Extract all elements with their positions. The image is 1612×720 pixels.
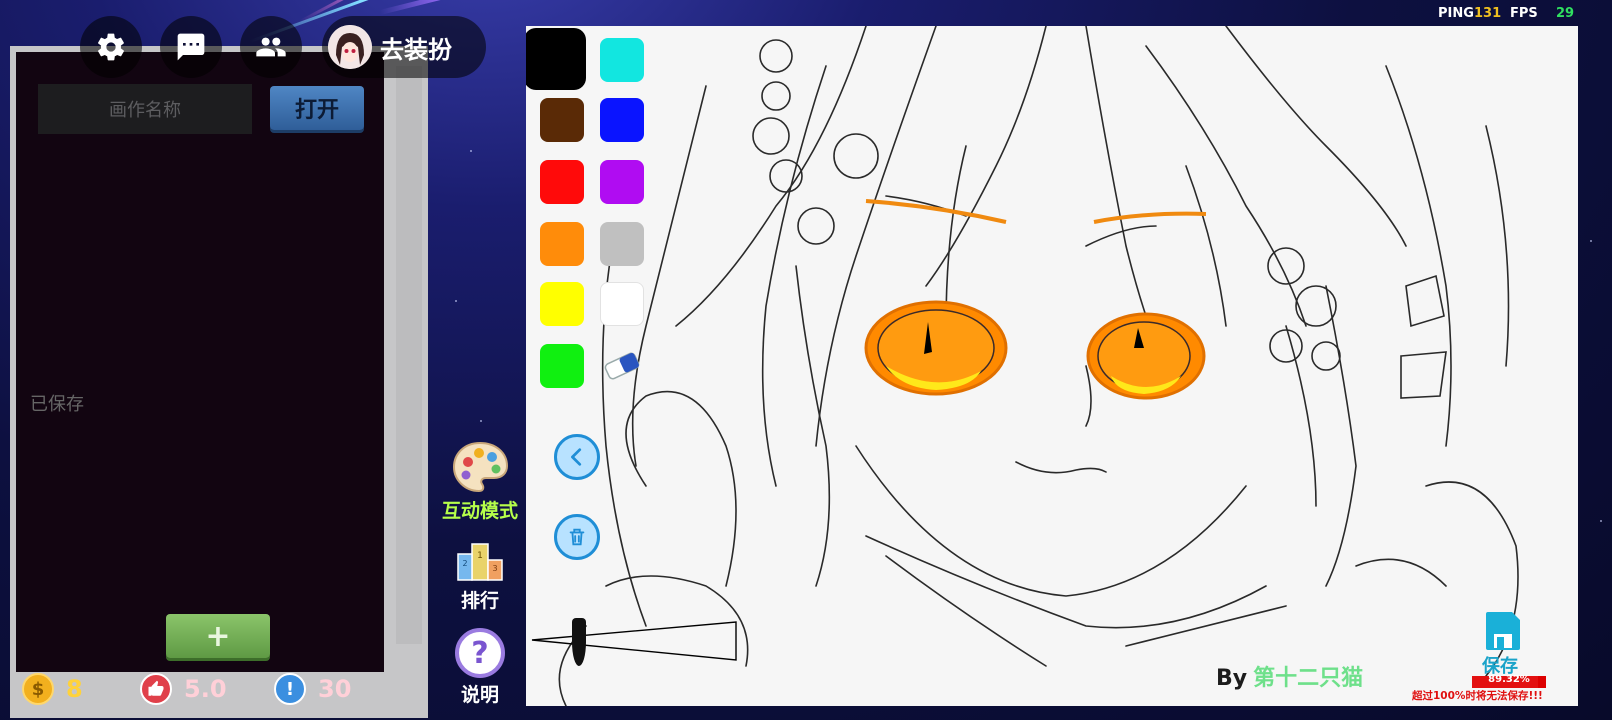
coin-count: 8 [66,675,83,703]
undo-arrow-icon [571,448,582,466]
save-button[interactable] [1484,610,1522,652]
color-swatch-orange[interactable] [540,222,584,266]
eraser-button[interactable] [600,346,644,386]
svg-text:3: 3 [492,564,497,573]
interactive-mode-button[interactable]: 互动模式 [440,440,520,523]
help-label: 说明 [460,684,499,706]
chat-button[interactable] [160,16,222,78]
artwork-name-input[interactable]: 画作名称 [38,84,252,134]
gallery-panel: 画作名称 打开 已保存 + [10,46,428,718]
saved-section-label: 已保存 [30,394,84,415]
thumbs-up-icon [140,673,172,705]
color-swatch-cyan[interactable] [600,38,644,82]
save-capacity-text: 89.32% [1488,674,1530,685]
ping-value: 131 [1474,6,1502,21]
coin-icon: $ [22,673,54,705]
author-credit: By 第十二只猫 [1216,660,1363,692]
star [480,420,482,422]
svg-text:2: 2 [462,559,467,568]
eraser-icon [604,352,640,380]
interactive-mode-label: 互动模式 [441,500,518,522]
color-swatch-red[interactable] [540,160,584,204]
fps-label: FPS [1510,6,1538,21]
rating-value: 5.0 [184,675,227,703]
brush-size-slider[interactable] [572,618,586,666]
color-swatch-white[interactable] [600,282,644,326]
brush-size-icon [572,618,586,666]
ranking-label: 排行 [460,590,499,612]
open-button[interactable]: 打开 [270,86,364,130]
star [1590,240,1592,242]
gallery-list[interactable]: 画作名称 打开 已保存 + [16,52,384,672]
svg-text:1: 1 [477,551,483,561]
color-swatch-purple[interactable] [600,160,644,204]
alert-icon: ! [274,673,306,705]
color-swatch-green[interactable] [540,344,584,388]
friends-button[interactable] [240,16,302,78]
undo-button[interactable] [554,434,600,480]
avatar [328,25,372,69]
palette-icon [452,441,509,493]
save-area: 保存 89.32% 超过100%时将无法保存!!! [1412,610,1562,706]
fps-value: 29 [1556,6,1575,21]
drawing-canvas[interactable]: By 第十二只猫 保存 89.32% 超过100%时将无法保存!!! [526,26,1578,706]
color-swatch-black[interactable] [526,28,586,90]
floppy-disk-icon [1486,612,1520,650]
chat-bubble-icon [177,33,205,61]
dress-up-label: 去装扮 [380,35,452,64]
star [470,150,472,152]
ranking-button[interactable]: 1 2 3 排行 [440,540,520,613]
artwork-sketch [531,26,1519,706]
dress-up-button[interactable]: 去装扮 [322,16,486,78]
gear-icon [98,33,124,61]
star [1600,520,1602,522]
star [455,300,457,302]
credit-by: By [1216,666,1248,691]
stats-bar: $ 8 5.0 ! 30 [10,666,428,712]
add-artwork-button[interactable]: + [166,614,270,658]
save-warning: 超过100%时将无法保存!!! [1412,690,1543,702]
users-icon [256,37,286,57]
question-icon: ? [455,628,505,678]
gallery-scrollbar[interactable] [396,66,422,644]
background-streak [379,0,527,15]
save-capacity-bar: 89.32% [1472,674,1546,688]
color-swatch-blue[interactable] [600,98,644,142]
podium-icon: 1 2 3 [457,543,503,581]
author-name: 第十二只猫 [1253,666,1364,691]
color-swatch-yellow[interactable] [540,282,584,326]
ping-label: PING [1438,6,1474,21]
color-swatch-gray[interactable] [600,222,644,266]
report-count: 30 [318,675,352,703]
settings-button[interactable] [80,16,142,78]
trash-icon [569,528,585,546]
help-button[interactable]: ? 说明 [440,628,520,707]
clear-canvas-button[interactable] [554,514,600,560]
color-swatch-brown[interactable] [540,98,584,142]
